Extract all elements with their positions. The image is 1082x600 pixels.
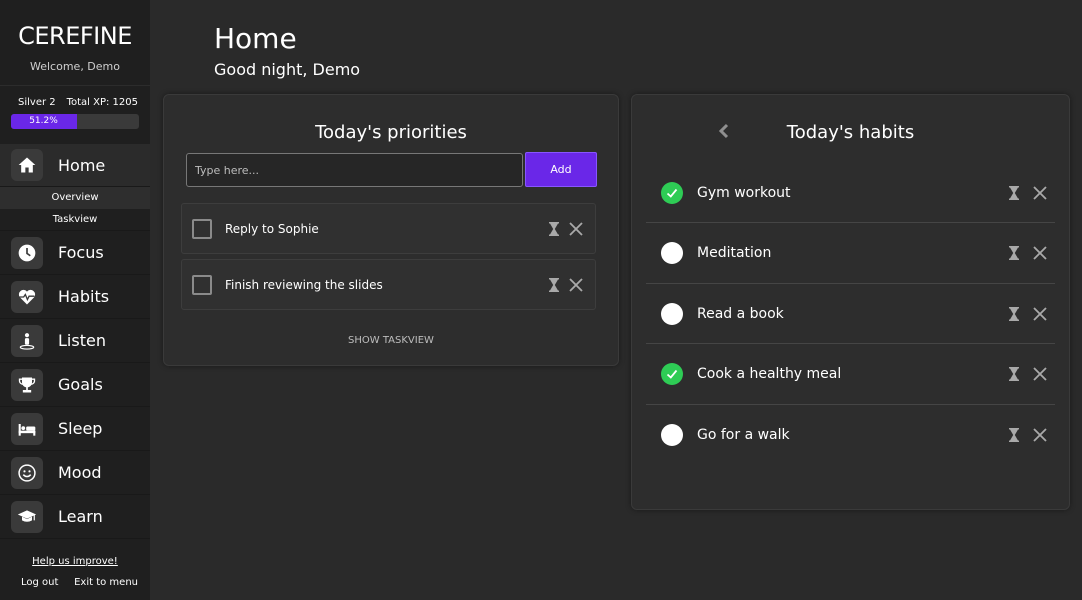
task-input[interactable] (186, 153, 523, 187)
close-icon[interactable] (565, 218, 587, 240)
total-xp-label: Total XP: 1205 (66, 97, 138, 108)
close-icon[interactable] (1029, 182, 1051, 204)
habit-row: Read a book (646, 284, 1055, 345)
hourglass-icon[interactable] (1003, 363, 1025, 385)
sidebar-item-focus[interactable]: Focus (0, 231, 150, 275)
sidebar-item-label: Habits (58, 287, 110, 306)
habit-row: Go for a walk (646, 405, 1055, 465)
habit-label: Meditation (697, 245, 772, 262)
sidebar-item-label: Listen (58, 331, 106, 350)
hourglass-icon[interactable] (543, 218, 565, 240)
close-icon[interactable] (1029, 363, 1051, 385)
bed-icon (11, 412, 43, 445)
xp-progress-bar: 51.2% (11, 114, 139, 129)
habit-row: Gym workout (646, 163, 1055, 223)
sidebar-item-learn[interactable]: Learn (0, 495, 150, 539)
logout-link[interactable]: Log out (21, 577, 58, 588)
sidebar-item-home[interactable]: Home (0, 144, 150, 187)
xp-progress-label: 51.2% (29, 116, 58, 126)
sidebar-item-label: Focus (58, 243, 104, 262)
graduation-cap-icon (11, 500, 43, 533)
welcome-text: Welcome, Demo (30, 60, 120, 73)
priorities-card: Today's priorities Add Reply to Sophie F… (163, 94, 619, 366)
task-checkbox[interactable] (192, 274, 212, 295)
close-icon[interactable] (1029, 424, 1051, 446)
smiley-icon (11, 456, 43, 489)
sidebar-item-label: Home (58, 155, 106, 175)
sidebar-subitem-taskview[interactable]: Taskview (0, 209, 150, 231)
habit-done-check-icon[interactable] (661, 181, 683, 204)
close-icon[interactable] (565, 274, 587, 296)
habit-label: Cook a healthy meal (697, 366, 842, 383)
habit-label: Gym workout (697, 184, 791, 201)
hourglass-icon[interactable] (543, 274, 565, 296)
sidebar-item-mood[interactable]: Mood (0, 451, 150, 495)
hourglass-icon[interactable] (1003, 242, 1025, 264)
close-icon[interactable] (1029, 303, 1051, 325)
sidebar-item-sleep[interactable]: Sleep (0, 407, 150, 451)
task-row: Finish reviewing the slides (181, 259, 596, 310)
sidebar-nav: Home Overview Taskview Focus Habits List… (0, 144, 150, 539)
sidebar-footer: Help us improve! Log out Exit to menu (0, 556, 150, 588)
task-checkbox[interactable] (192, 218, 212, 239)
rank-label: Silver 2 (18, 97, 56, 108)
habit-row: Cook a healthy meal (646, 345, 1055, 405)
brand-logo: CEREFINE (18, 22, 132, 50)
habits-card: Today's habits Gym workout Meditation Re… (631, 94, 1070, 510)
show-taskview-link[interactable]: SHOW TASKVIEW (164, 335, 618, 346)
person-icon (11, 324, 43, 357)
sidebar-item-goals[interactable]: Goals (0, 363, 150, 407)
home-icon (11, 149, 43, 181)
sidebar-subitem-overview[interactable]: Overview (0, 187, 150, 209)
xp-row: Silver 2 Total XP: 1205 (0, 86, 150, 108)
habits-title: Today's habits (786, 122, 915, 143)
trophy-icon (11, 368, 43, 401)
brand-block: CEREFINE Welcome, Demo (0, 0, 150, 86)
page-title: Home (214, 22, 297, 55)
task-text: Finish reviewing the slides (225, 277, 383, 292)
greeting-text: Good night, Demo (214, 60, 361, 79)
exit-to-menu-link[interactable]: Exit to menu (74, 577, 138, 588)
sidebar-item-label: Sleep (58, 419, 103, 438)
hourglass-icon[interactable] (1003, 424, 1025, 446)
add-task-button[interactable]: Add (525, 152, 597, 187)
sidebar-item-label: Mood (58, 463, 102, 482)
help-improve-link[interactable]: Help us improve! (0, 556, 150, 570)
habit-status-toggle[interactable] (661, 302, 683, 325)
sidebar-item-habits[interactable]: Habits (0, 275, 150, 319)
hourglass-icon[interactable] (1003, 182, 1025, 204)
sidebar-item-label: Goals (58, 375, 103, 394)
habit-status-toggle[interactable] (661, 424, 683, 447)
task-row: Reply to Sophie (181, 203, 596, 254)
clock-icon (11, 236, 43, 269)
habit-row: Meditation (646, 224, 1055, 284)
habit-label: Read a book (697, 305, 784, 322)
priorities-title: Today's priorities (315, 122, 467, 143)
task-text: Reply to Sophie (225, 221, 319, 236)
sidebar-item-label: Learn (58, 507, 103, 526)
habit-label: Go for a walk (697, 427, 790, 444)
sidebar: CEREFINE Welcome, Demo Silver 2 Total XP… (0, 0, 150, 600)
heartbeat-icon (11, 280, 43, 313)
hourglass-icon[interactable] (1003, 303, 1025, 325)
footer-links: Log out Exit to menu (0, 570, 150, 588)
habit-status-toggle[interactable] (661, 242, 683, 265)
close-icon[interactable] (1029, 242, 1051, 264)
sidebar-item-listen[interactable]: Listen (0, 319, 150, 363)
habit-done-check-icon[interactable] (661, 363, 683, 386)
